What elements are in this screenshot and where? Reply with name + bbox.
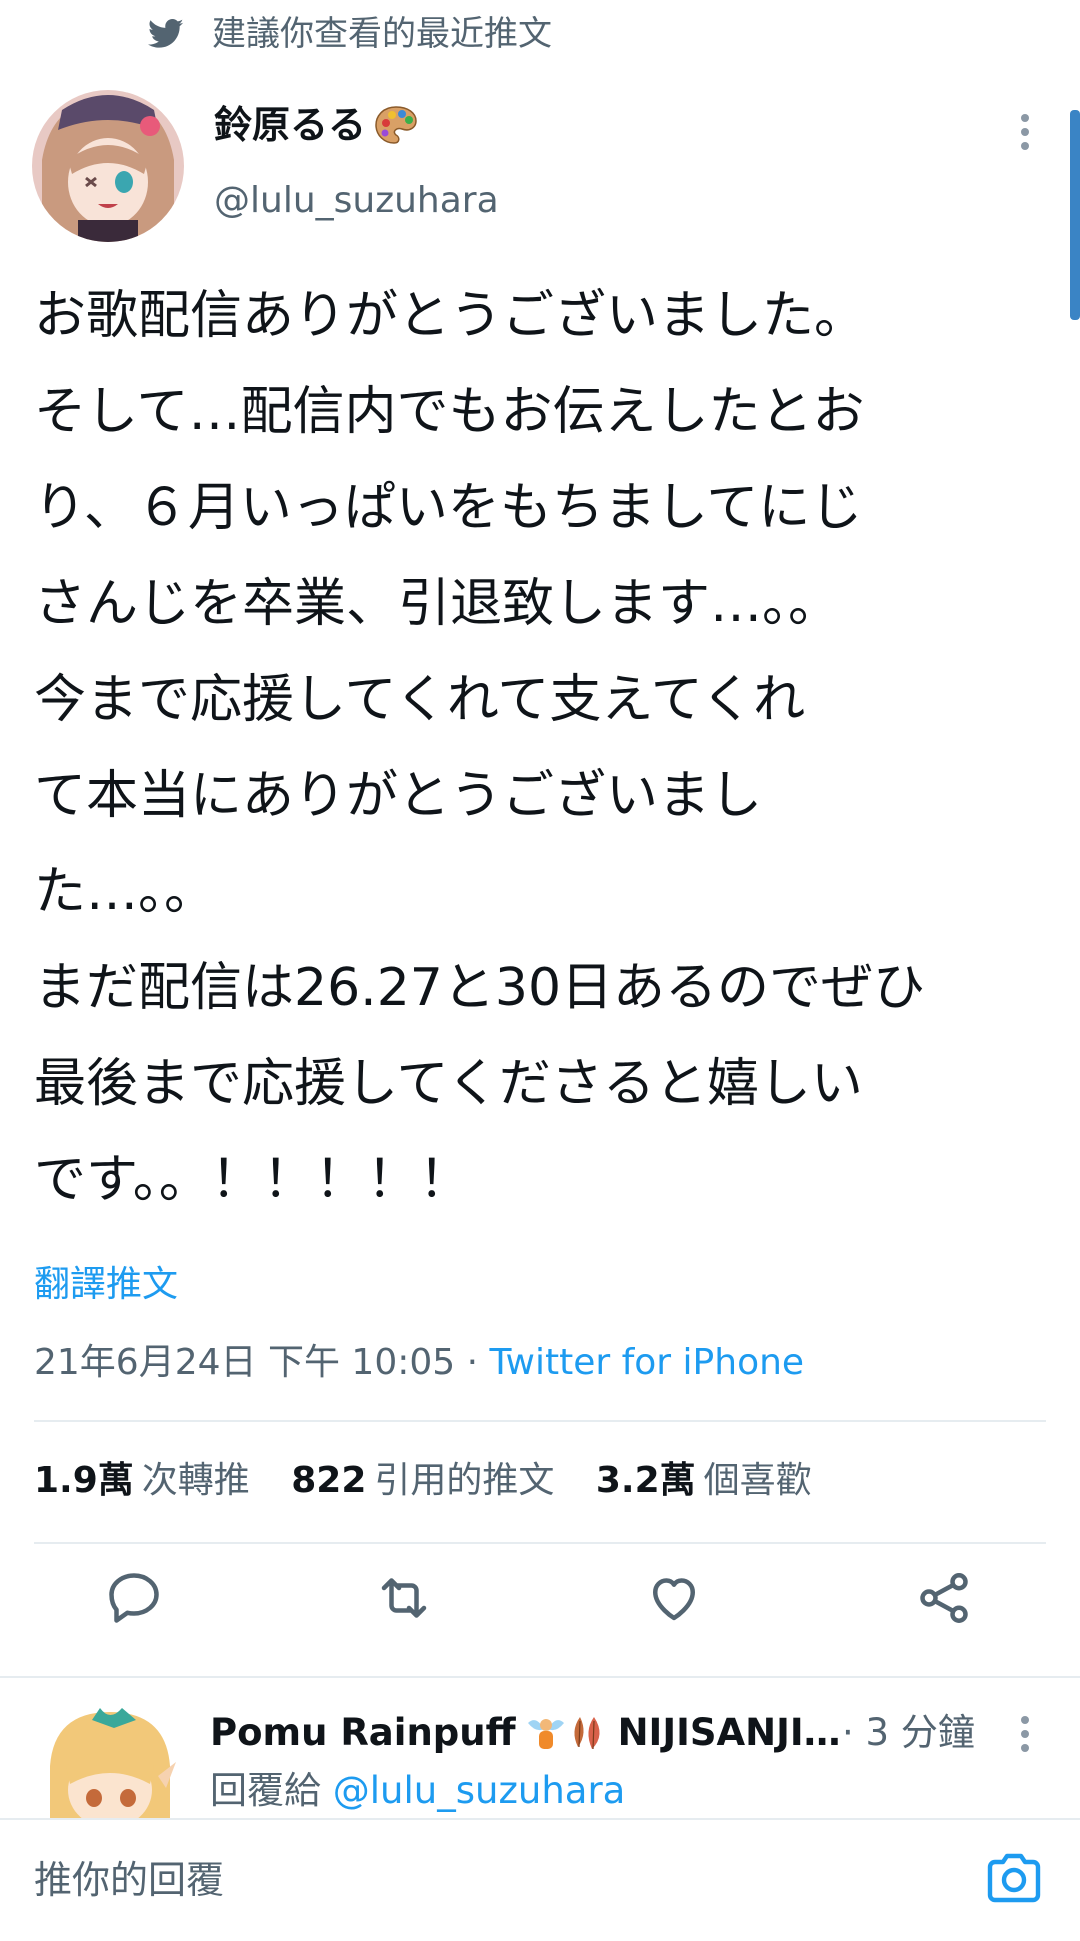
tweet-meta: 21年6月24日 下午 10:05 · Twitter for iPhone (34, 1338, 804, 1388)
share-icon[interactable] (914, 1568, 974, 1628)
reply-to: 回覆給 @lulu_suzuhara (210, 1766, 625, 1816)
camera-icon[interactable] (984, 1850, 1044, 1906)
retweets-label[interactable]: 次轉推 (142, 1460, 250, 1501)
avatar[interactable] (32, 90, 184, 242)
tweet-text: お歌配信ありがとうございました。 そして…配信内でもお伝えしたとお り、６月いっ… (34, 268, 1044, 1228)
tweet-line: て本当にありがとうございまし (34, 766, 763, 826)
suggestion-text: 建議你查看的最近推文 (212, 14, 552, 54)
quotes-label[interactable]: 引用的推文 (374, 1460, 554, 1501)
divider (34, 1542, 1046, 1544)
author-name-text: 鈴原るる (214, 103, 367, 147)
tweet-line: お歌配信ありがとうございました。 (34, 286, 867, 346)
tweet-line: さんじを卒業、引退致します…。。 (34, 574, 841, 634)
reply-author-name[interactable]: Pomu Rainpuff NIJISANJI… (210, 1708, 841, 1758)
tweet-line: た…。。 (34, 862, 217, 922)
likes-label[interactable]: 個喜歡 (704, 1460, 812, 1501)
quotes-count[interactable]: 822 (291, 1460, 366, 1501)
reply-to-mention[interactable]: @lulu_suzuhara (333, 1769, 626, 1812)
tweet-source-link[interactable]: Twitter for iPhone (490, 1342, 805, 1383)
likes-count[interactable]: 3.2萬 (596, 1460, 696, 1501)
reply-to-label: 回覆給 (210, 1769, 321, 1812)
retweet-icon[interactable] (374, 1568, 434, 1628)
like-icon[interactable] (644, 1568, 704, 1628)
reply-more-options-icon[interactable] (1010, 1712, 1040, 1762)
action-bar (0, 1568, 1080, 1652)
avatar-image (32, 90, 184, 242)
tweet-line: り、６月いっぱいをもちましてにじ (34, 478, 863, 538)
scrollbar[interactable] (1070, 110, 1080, 320)
tweet-timestamp[interactable]: 21年6月24日 下午 10:05 · (34, 1342, 490, 1383)
reply-time[interactable]: · 3 分鐘 (842, 1708, 975, 1758)
tweet-line: まだ配信は26.27と30日あるのでぜひ (34, 958, 926, 1018)
tweet-stats: 1.9萬 次轉推 822 引用的推文 3.2萬 個喜歡 (34, 1456, 842, 1506)
reply-composer[interactable]: 推你的回覆 (0, 1818, 1080, 1941)
palette-icon (374, 105, 418, 145)
author-handle[interactable]: @lulu_suzuhara (214, 176, 499, 226)
fairy-icon (526, 1713, 566, 1753)
retweets-count[interactable]: 1.9萬 (34, 1460, 134, 1501)
tweet-line: 最後まで応援してくださると嬉しい (34, 1054, 863, 1114)
reply-author-suffix: NIJISANJI… (617, 1711, 841, 1754)
twitter-bird-icon (148, 19, 184, 48)
tweet-line: です。。！！！！！ (34, 1150, 471, 1210)
tweet-line: 今まで応援してくれて支えてくれ (34, 670, 806, 730)
divider (0, 1676, 1080, 1678)
divider (34, 1420, 1046, 1422)
suggestion-header: 建議你查看的最近推文 (0, 0, 1080, 70)
reply-icon[interactable] (104, 1568, 164, 1628)
reply-input[interactable]: 推你的回覆 (34, 1854, 224, 1906)
translate-tweet-link[interactable]: 翻譯推文 (34, 1260, 178, 1310)
reply-avatar[interactable] (40, 1706, 180, 1820)
reply-avatar-image (50, 1708, 176, 1820)
reply-author-first: Pomu Rainpuff (210, 1711, 516, 1754)
tweet-line: そして…配信内でもお伝えしたとお (34, 382, 865, 442)
author-name[interactable]: 鈴原るる (214, 100, 418, 150)
leaves-icon (568, 1713, 608, 1753)
more-options-icon[interactable] (1010, 110, 1040, 160)
